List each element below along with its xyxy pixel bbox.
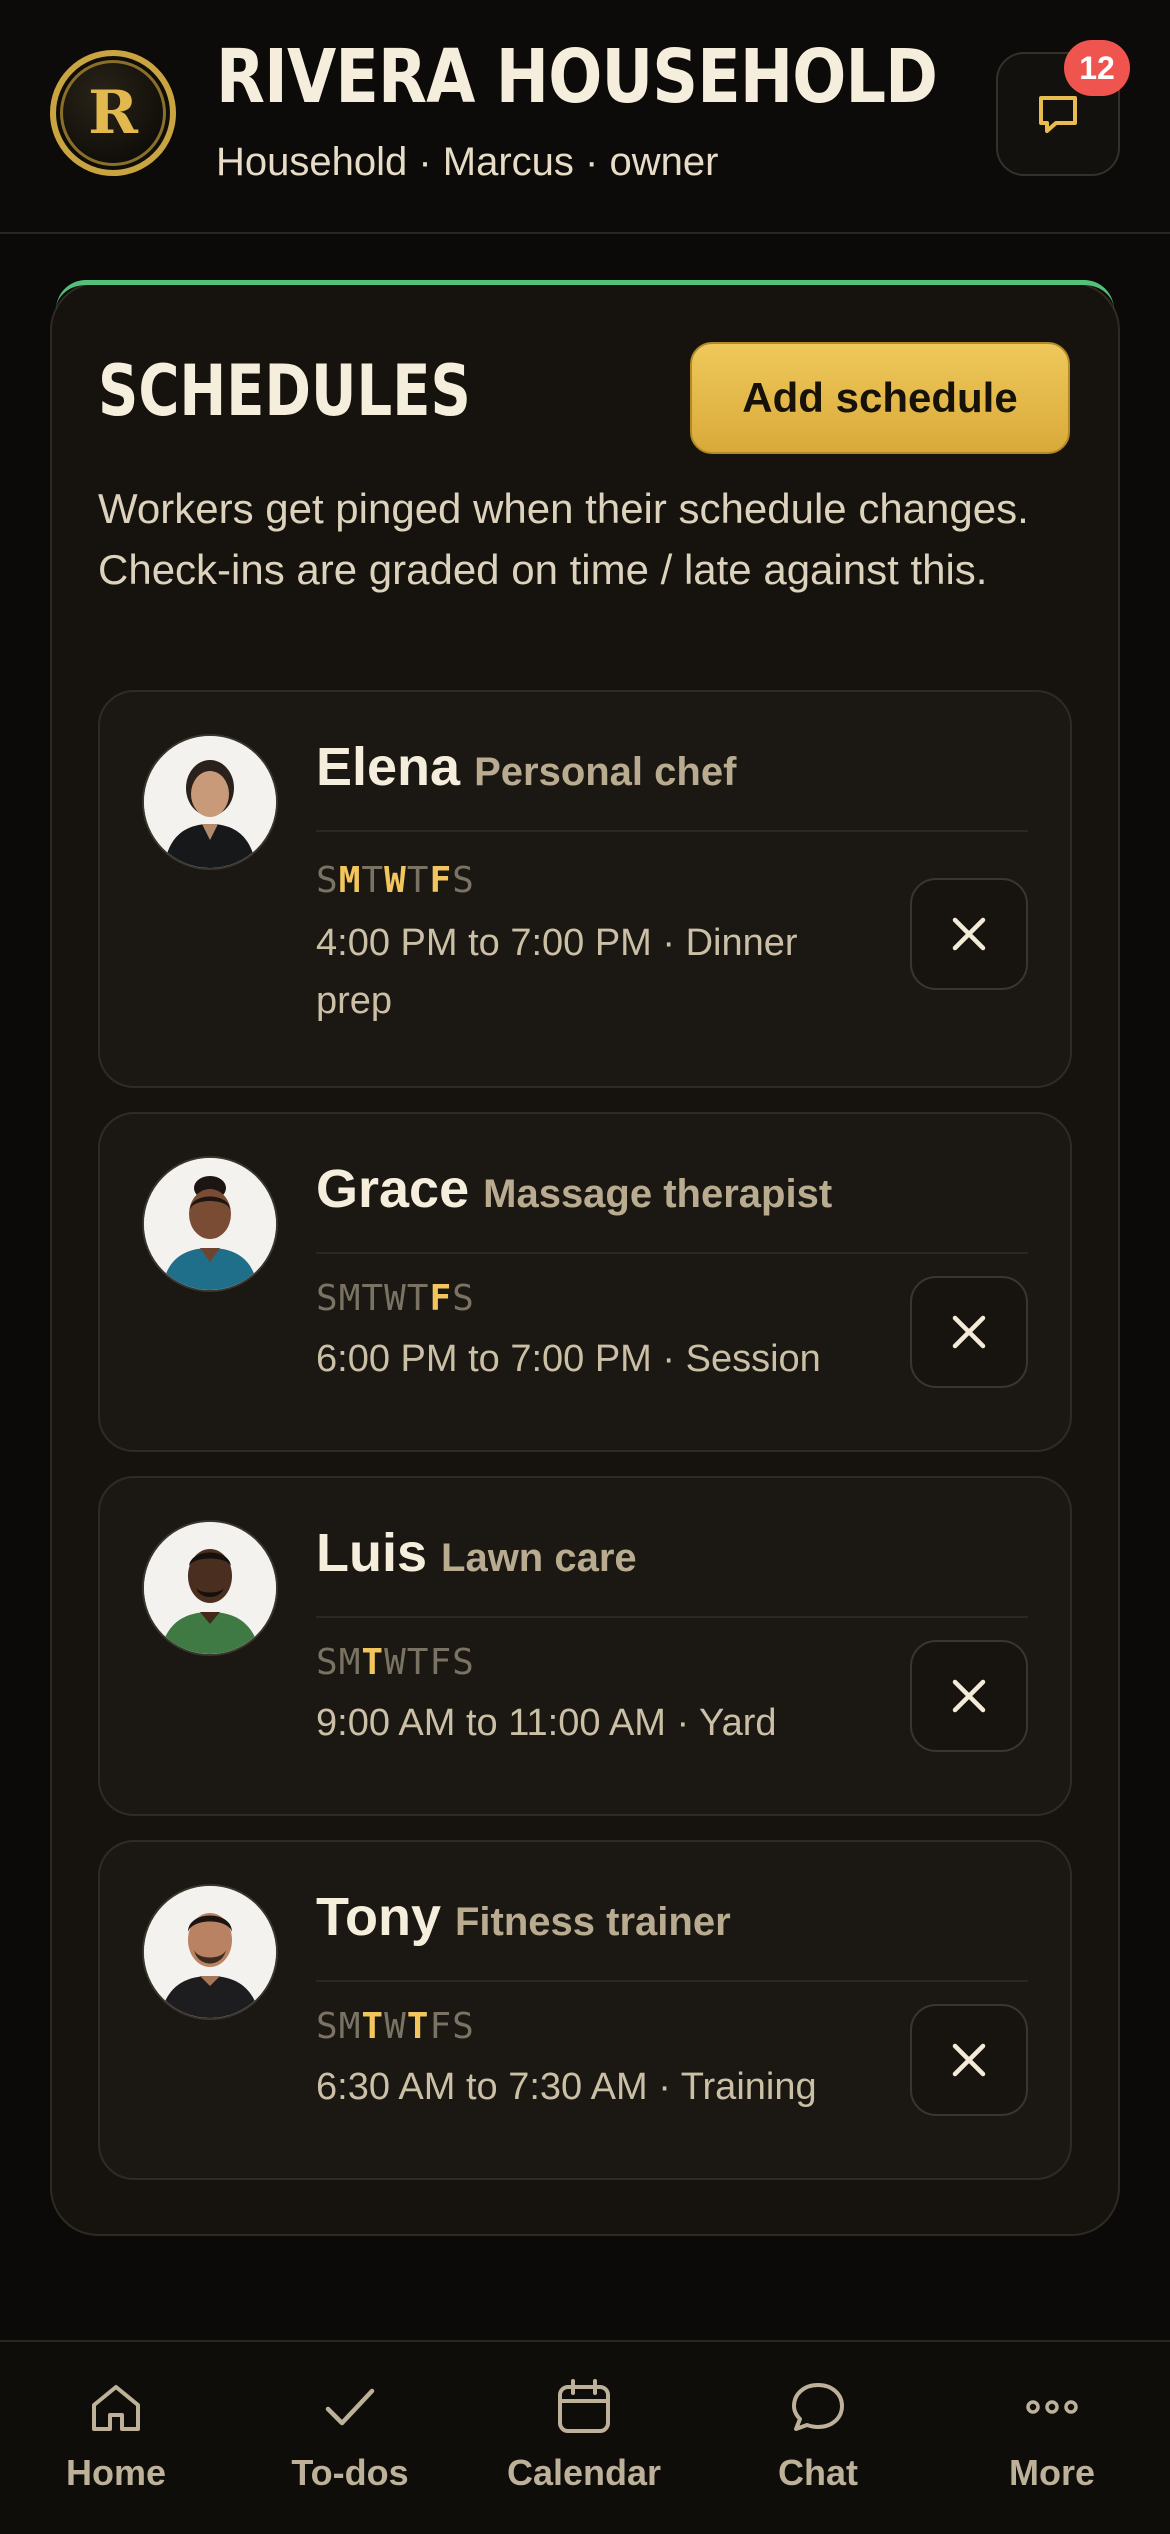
close-icon <box>952 917 986 951</box>
weekday-letter: T <box>406 2006 430 2047</box>
household-logo[interactable]: R <box>50 50 176 176</box>
remove-schedule-button[interactable] <box>910 2004 1028 2116</box>
close-icon <box>952 2043 986 2077</box>
weekday-letter: T <box>361 1642 385 1683</box>
logo-letter: R <box>88 78 138 148</box>
worker-name: Tony <box>316 1887 441 1947</box>
nav-label: To-dos <box>291 2452 409 2493</box>
home-icon <box>92 2385 140 2431</box>
worker-name-line: Luis Lawn care <box>316 1522 637 1584</box>
weekday-letter: S <box>452 2006 475 2047</box>
weekday-letter: T <box>406 860 430 901</box>
weekday-letter: W <box>384 2006 407 2047</box>
nav-chat[interactable]: Chat <box>718 2372 918 2512</box>
card-divider <box>316 1616 1028 1618</box>
avatar <box>142 1520 278 1656</box>
schedule-card[interactable]: Grace Massage therapist SMTWTFS 6:00 PM t… <box>98 1112 1072 1452</box>
weekday-letter: S <box>452 860 475 901</box>
bottom-nav: Home To-dos Calendar Chat More <box>0 2340 1170 2534</box>
panel-accent-bar <box>56 280 1114 310</box>
avatar <box>142 1156 278 1292</box>
weekday-indicator: SMTWTFS <box>316 1642 475 1683</box>
nav-todos[interactable]: To-dos <box>250 2372 450 2512</box>
schedule-time: 6:00 PM to 7:00 PM · Session <box>316 1338 821 1380</box>
nav-more[interactable]: More <box>952 2372 1152 2512</box>
worker-name: Elena <box>316 737 461 797</box>
worker-role: Fitness trainer <box>454 1900 731 1944</box>
schedule-time: 4:00 PM to 7:00 PM · Dinner prep <box>316 922 798 1022</box>
weekday-letter: M <box>338 2006 362 2047</box>
card-divider <box>316 1980 1028 1982</box>
app-header: R RIVERA HOUSEHOLD Household · Marcus · … <box>0 0 1170 234</box>
weekday-letter: M <box>338 860 362 901</box>
weekday-letter: S <box>316 2006 339 2047</box>
nav-home[interactable]: Home <box>16 2372 216 2512</box>
schedule-card[interactable]: Elena Personal chef SMTWTFS 4:00 PM to 7:… <box>98 690 1072 1088</box>
worker-name-line: Tony Fitness trainer <box>316 1886 731 1948</box>
weekday-letter: F <box>429 1278 453 1319</box>
schedule-card[interactable]: Tony Fitness trainer SMTWTFS 6:30 AM to 7… <box>98 1840 1072 2180</box>
worker-name-line: Elena Personal chef <box>316 736 736 798</box>
schedule-time: 9:00 AM to 11:00 AM · Yard <box>316 1702 777 1744</box>
card-divider <box>316 830 1028 832</box>
schedules-description: Workers get pinged when their schedule c… <box>98 485 1029 593</box>
add-schedule-button[interactable]: Add schedule <box>690 342 1070 454</box>
weekday-indicator: SMTWTFS <box>316 1278 475 1319</box>
worker-name: Luis <box>316 1523 428 1583</box>
schedules-heading: SCHEDULES <box>98 350 471 432</box>
worker-name: Grace <box>316 1159 470 1219</box>
nav-label: More <box>1008 2452 1095 2493</box>
household-subtitle: Household · Marcus · owner <box>216 140 719 184</box>
remove-schedule-button[interactable] <box>910 1276 1028 1388</box>
weekday-letter: T <box>361 860 385 901</box>
nav-label: Home <box>65 2452 167 2493</box>
weekday-letter: F <box>429 860 453 901</box>
schedule-time: 6:30 AM to 7:30 AM · Training <box>316 2066 817 2108</box>
weekday-letter: T <box>361 1278 385 1319</box>
weekday-letter: T <box>361 2006 385 2047</box>
worker-name-line: Grace Massage therapist <box>316 1158 832 1220</box>
worker-role: Lawn care <box>441 1536 637 1580</box>
nav-label: Calendar <box>506 2452 662 2493</box>
weekday-letter: T <box>406 1642 430 1683</box>
remove-schedule-button[interactable] <box>910 1640 1028 1752</box>
nav-calendar[interactable]: Calendar <box>484 2372 684 2512</box>
nav-label: Chat <box>778 2452 858 2493</box>
card-divider <box>316 1252 1028 1254</box>
weekday-letter: S <box>452 1278 475 1319</box>
check-icon <box>325 2388 375 2426</box>
unread-count-badge: 12 <box>1064 40 1130 96</box>
calendar-icon <box>558 2379 610 2433</box>
weekday-letter: F <box>429 1642 453 1683</box>
weekday-letter: W <box>384 1278 407 1319</box>
schedule-card[interactable]: Luis Lawn care SMTWTFS 9:00 AM to 11:00 A… <box>98 1476 1072 1816</box>
household-title: RIVERA HOUSEHOLD <box>216 34 938 120</box>
weekday-letter: W <box>384 1642 407 1683</box>
weekday-indicator: SMTWTFS <box>316 2006 475 2047</box>
close-icon <box>952 1315 986 1349</box>
weekday-letter: S <box>316 1278 339 1319</box>
weekday-letter: F <box>429 2006 453 2047</box>
weekday-letter: S <box>452 1642 475 1683</box>
message-icon <box>1039 96 1077 133</box>
weekday-letter: W <box>384 860 407 901</box>
weekday-letter: M <box>338 1278 362 1319</box>
more-dots-icon <box>1026 2400 1078 2414</box>
avatar <box>142 1884 278 2020</box>
weekday-letter: S <box>316 1642 339 1683</box>
weekday-letter: M <box>338 1642 362 1683</box>
worker-role: Massage therapist <box>483 1172 833 1216</box>
chat-bubble-icon <box>792 2383 844 2431</box>
worker-role: Personal chef <box>474 750 737 794</box>
close-icon <box>952 1679 986 1713</box>
weekday-letter: T <box>406 1278 430 1319</box>
remove-schedule-button[interactable] <box>910 878 1028 990</box>
avatar <box>142 734 278 870</box>
weekday-indicator: SMTWTFS <box>316 860 475 901</box>
weekday-letter: S <box>316 860 339 901</box>
